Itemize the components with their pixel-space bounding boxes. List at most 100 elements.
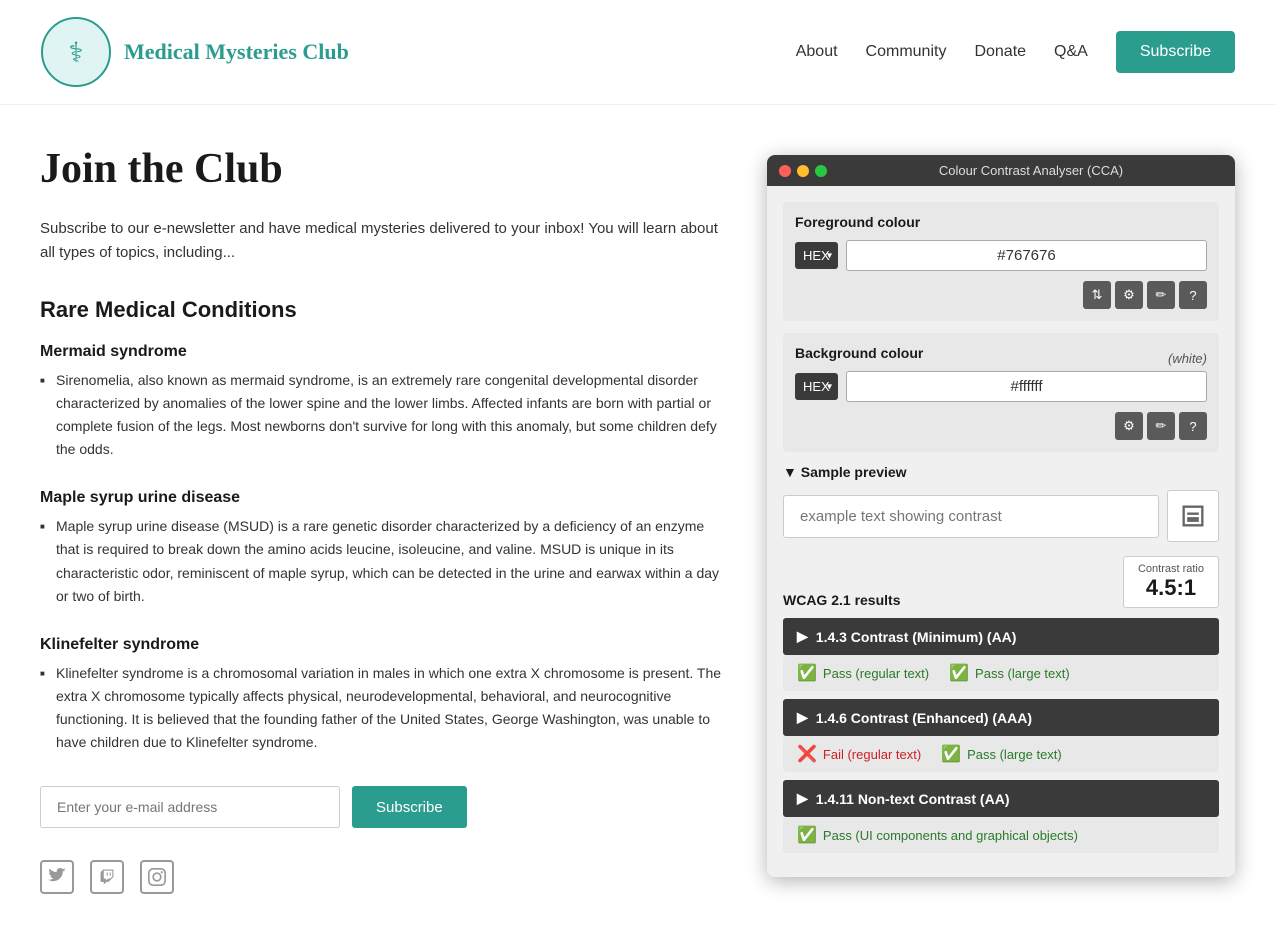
navbar: ⚕ Medical Mysteries Club About Community… — [0, 0, 1275, 105]
intro-text: Subscribe to our e-newsletter and have m… — [40, 217, 727, 265]
nav-subscribe-button[interactable]: Subscribe — [1116, 31, 1235, 73]
background-hex-row: HEX — [795, 371, 1207, 402]
condition-maple: Maple syrup urine disease Maple syrup ur… — [40, 489, 727, 607]
logo-text: Medical Mysteries Club — [124, 39, 349, 65]
wcag-play-icon-146: ▶ — [797, 709, 808, 726]
foreground-tools: ⇅ ⚙ ✏ ? — [795, 281, 1207, 309]
condition-name-maple: Maple syrup urine disease — [40, 489, 727, 507]
wcag-result-text-143-1: Pass (large text) — [975, 666, 1070, 681]
wcag-result-text-143-0: Pass (regular text) — [823, 666, 929, 681]
background-label: Background colour — [795, 345, 923, 361]
background-note: (white) — [1168, 351, 1207, 366]
foreground-picker-button[interactable]: ✏ — [1147, 281, 1175, 309]
wcag-result-146-0: ❌ Fail (regular text) — [797, 744, 921, 764]
sample-chart-button[interactable] — [1167, 490, 1219, 542]
background-label-row: Background colour (white) — [795, 345, 1207, 371]
email-subscribe-button[interactable]: Subscribe — [352, 786, 467, 828]
pass-icon-1411-0: ✅ — [797, 825, 817, 845]
wcag-result-text-1411-0: Pass (UI components and graphical object… — [823, 828, 1078, 843]
conditions-title: Rare Medical Conditions — [40, 297, 727, 323]
foreground-settings-button[interactable]: ⚙ — [1115, 281, 1143, 309]
background-help-button[interactable]: ? — [1179, 412, 1207, 440]
page-title: Join the Club — [40, 145, 727, 193]
background-settings-button[interactable]: ⚙ — [1115, 412, 1143, 440]
content-area: Join the Club Subscribe to our e-newslet… — [40, 145, 727, 894]
foreground-swap-button[interactable]: ⇅ — [1083, 281, 1111, 309]
cca-window: Colour Contrast Analyser (CCA) Foregroun… — [767, 155, 1235, 877]
dot-maximize[interactable] — [815, 165, 827, 177]
wcag-results-1411: ✅ Pass (UI components and graphical obje… — [783, 817, 1219, 853]
nav-link-community[interactable]: Community — [866, 43, 947, 61]
sample-preview-toggle[interactable]: ▼ Sample preview — [783, 464, 1219, 480]
foreground-label: Foreground colour — [795, 214, 1207, 230]
email-form: Subscribe — [40, 786, 727, 828]
contrast-ratio-value: 4.5:1 — [1138, 575, 1204, 601]
wcag-result-143-0: ✅ Pass (regular text) — [797, 663, 929, 683]
pass-icon-143-0: ✅ — [797, 663, 817, 683]
background-format-select[interactable]: HEX — [795, 373, 838, 400]
titlebar-dots — [779, 165, 827, 177]
dot-minimize[interactable] — [797, 165, 809, 177]
condition-name-mermaid: Mermaid syndrome — [40, 343, 727, 361]
condition-klinefelter: Klinefelter syndrome Klinefelter syndrom… — [40, 636, 727, 754]
pass-icon-146-1: ✅ — [941, 744, 961, 764]
wcag-section: WCAG 2.1 results Contrast ratio 4.5:1 ▶ … — [783, 556, 1219, 853]
pass-icon-143-1: ✅ — [949, 663, 969, 683]
fail-icon-146-0: ❌ — [797, 744, 817, 764]
wcag-item-1411: ▶ 1.4.11 Non-text Contrast (AA) ✅ Pass (… — [783, 780, 1219, 853]
condition-desc-klinefelter: Klinefelter syndrome is a chromosomal va… — [40, 662, 727, 754]
dot-close[interactable] — [779, 165, 791, 177]
background-format-wrapper: HEX — [795, 373, 838, 400]
condition-name-klinefelter: Klinefelter syndrome — [40, 636, 727, 654]
contrast-ratio-box: Contrast ratio 4.5:1 — [1123, 556, 1219, 608]
nav-link-donate[interactable]: Donate — [974, 43, 1026, 61]
logo-link[interactable]: ⚕ Medical Mysteries Club — [40, 16, 349, 88]
main-layout: Join the Club Subscribe to our e-newslet… — [0, 105, 1275, 934]
logo-icon: ⚕ — [40, 16, 112, 88]
wcag-accordion-1411[interactable]: ▶ 1.4.11 Non-text Contrast (AA) — [783, 780, 1219, 817]
wcag-item-143: ▶ 1.4.3 Contrast (Minimum) (AA) ✅ Pass (… — [783, 618, 1219, 691]
wcag-accordion-143[interactable]: ▶ 1.4.3 Contrast (Minimum) (AA) — [783, 618, 1219, 655]
wcag-result-146-1: ✅ Pass (large text) — [941, 744, 1062, 764]
foreground-format-wrapper: HEX — [795, 242, 838, 269]
wcag-result-text-146-1: Pass (large text) — [967, 747, 1062, 762]
sample-text-box: example text showing contrast — [783, 495, 1159, 538]
background-tools: ⚙ ✏ ? — [795, 412, 1207, 440]
wcag-label-1411: 1.4.11 Non-text Contrast (AA) — [816, 791, 1010, 807]
nav-links: About Community Donate Q&A Subscribe — [796, 31, 1235, 73]
wcag-results-146: ❌ Fail (regular text) ✅ Pass (large text… — [783, 736, 1219, 772]
wcag-result-text-146-0: Fail (regular text) — [823, 747, 921, 762]
foreground-hex-input[interactable] — [846, 240, 1207, 271]
cca-title: Colour Contrast Analyser (CCA) — [839, 163, 1223, 178]
background-hex-input[interactable] — [846, 371, 1207, 402]
foreground-format-select[interactable]: HEX — [795, 242, 838, 269]
cca-titlebar: Colour Contrast Analyser (CCA) — [767, 155, 1235, 186]
condition-desc-maple: Maple syrup urine disease (MSUD) is a ra… — [40, 515, 727, 607]
sample-preview-row: example text showing contrast — [783, 490, 1219, 542]
nav-link-about[interactable]: About — [796, 43, 838, 61]
email-input[interactable] — [40, 786, 340, 828]
wcag-accordion-146[interactable]: ▶ 1.4.6 Contrast (Enhanced) (AAA) — [783, 699, 1219, 736]
foreground-section: Foreground colour HEX ⇅ ⚙ ✏ ? — [783, 202, 1219, 321]
cca-body: Foreground colour HEX ⇅ ⚙ ✏ ? — [767, 186, 1235, 877]
wcag-result-1411-0: ✅ Pass (UI components and graphical obje… — [797, 825, 1078, 845]
background-picker-button[interactable]: ✏ — [1147, 412, 1175, 440]
sample-preview-section: ▼ Sample preview example text showing co… — [783, 464, 1219, 542]
instagram-icon[interactable] — [140, 860, 174, 894]
nav-link-qa[interactable]: Q&A — [1054, 43, 1088, 61]
condition-desc-mermaid: Sirenomelia, also known as mermaid syndr… — [40, 369, 727, 461]
foreground-hex-row: HEX — [795, 240, 1207, 271]
condition-mermaid: Mermaid syndrome Sirenomelia, also known… — [40, 343, 727, 461]
social-icons — [40, 860, 727, 894]
twitch-icon[interactable] — [90, 860, 124, 894]
wcag-header-row: WCAG 2.1 results Contrast ratio 4.5:1 — [783, 556, 1219, 608]
wcag-results-143: ✅ Pass (regular text) ✅ Pass (large text… — [783, 655, 1219, 691]
foreground-help-button[interactable]: ? — [1179, 281, 1207, 309]
wcag-play-icon-1411: ▶ — [797, 790, 808, 807]
wcag-item-146: ▶ 1.4.6 Contrast (Enhanced) (AAA) ❌ Fail… — [783, 699, 1219, 772]
twitter-icon[interactable] — [40, 860, 74, 894]
wcag-play-icon-143: ▶ — [797, 628, 808, 645]
contrast-ratio-label: Contrast ratio — [1138, 563, 1204, 575]
wcag-title: WCAG 2.1 results — [783, 592, 900, 608]
background-section: Background colour (white) HEX ⚙ ✏ ? — [783, 333, 1219, 452]
